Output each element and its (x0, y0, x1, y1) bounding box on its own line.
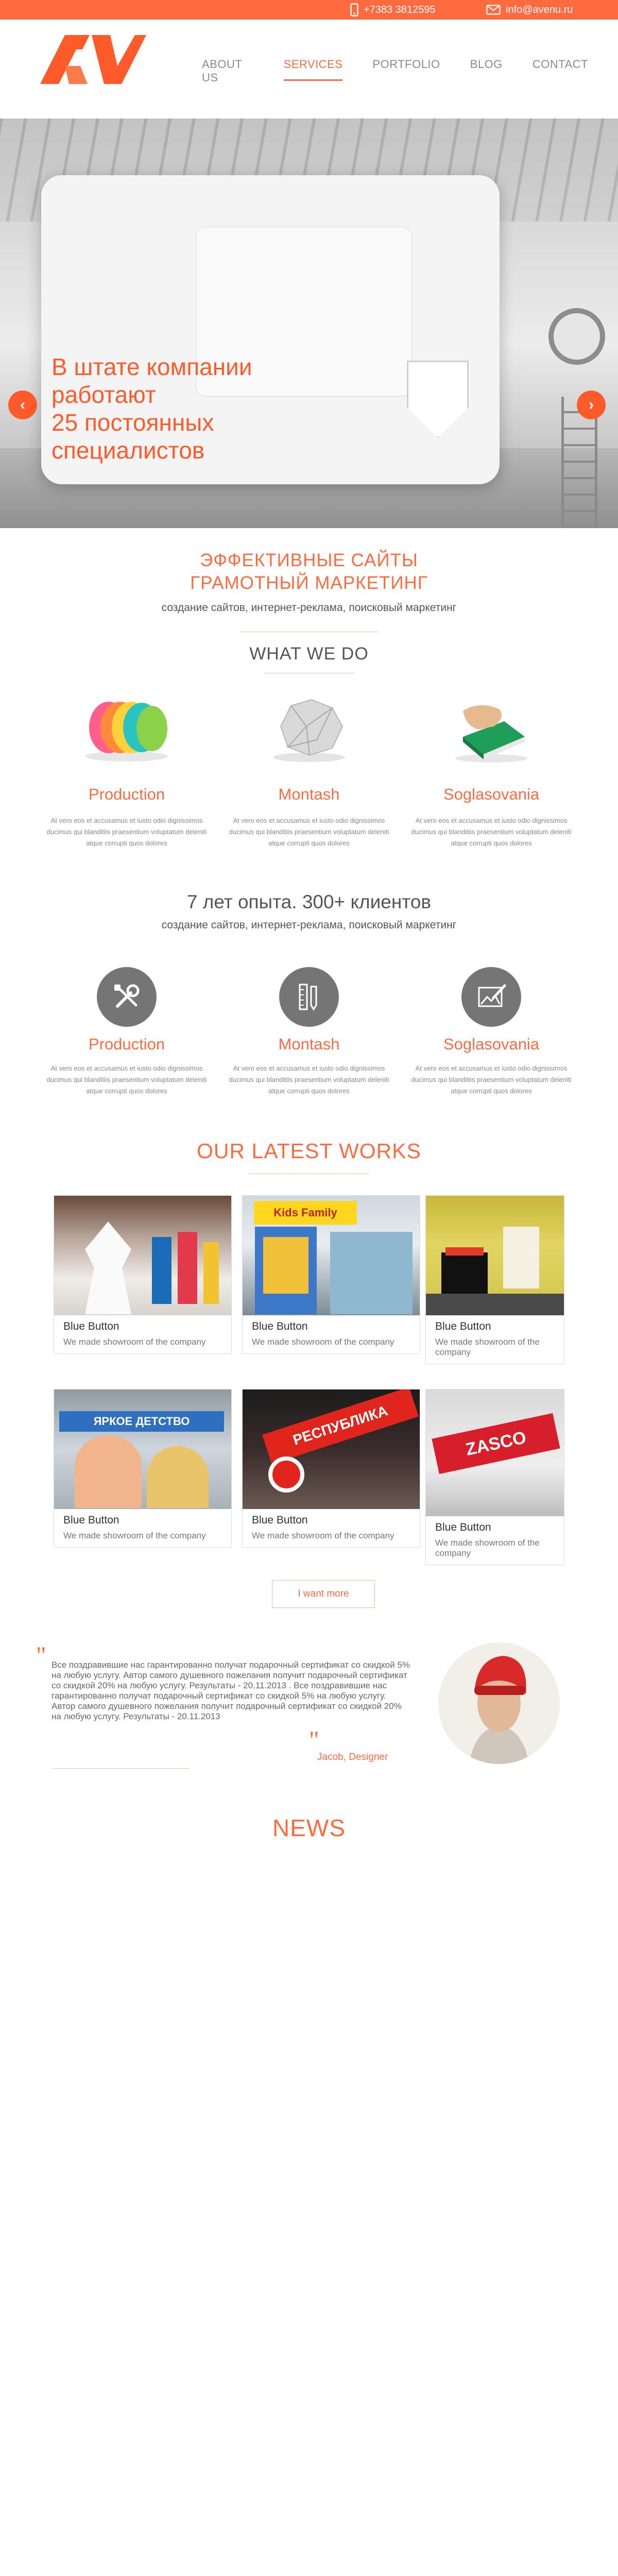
envelope-icon (486, 5, 501, 15)
work-image: Kids Family (243, 1196, 420, 1315)
work-card[interactable]: Kids Family Blue Button We made showroom… (242, 1195, 420, 1354)
service-production: Production At vero eos et accusamus et i… (39, 690, 214, 849)
main-nav: ABOUT US SERVICES PORTFOLIO BLOG CONTACT (202, 58, 618, 84)
tools-icon (97, 967, 157, 1027)
work-title: Blue Button (435, 1320, 491, 1332)
experience-subtitle: создание сайтов, интернет-реклама, поиск… (161, 919, 457, 931)
site-header: ABOUT US SERVICES PORTFOLIO BLOG CONTACT (0, 20, 618, 118)
news-heading: NEWS (272, 1815, 346, 1841)
what-we-do-heading: WHAT WE DO (249, 644, 369, 664)
email-contact[interactable]: info@avenu.ru (486, 0, 573, 20)
service-montash-2: Montash At vero eos et accusamus et iust… (221, 967, 397, 1097)
hero-line-2: работают (52, 381, 156, 408)
work-caption: We made showroom of the company (252, 1531, 394, 1540)
work-title: Blue Button (435, 1521, 491, 1533)
chevron-right-icon: › (589, 396, 594, 413)
service-name: Soglasovania (443, 1035, 540, 1053)
phone-number: +7383 3812595 (364, 4, 436, 15)
service-description: At vero eos et accusamus et iusto odio d… (46, 1064, 207, 1095)
nav-about-us[interactable]: ABOUT US (202, 58, 254, 84)
work-caption: We made showroom of the company (63, 1337, 206, 1347)
store-sign: РЕСПУБЛИКА (262, 1389, 419, 1464)
work-title: Blue Button (252, 1514, 308, 1526)
service-soglasovania-2: Soglasovania At vero eos et accusamus et… (404, 967, 579, 1097)
work-title: Blue Button (63, 1320, 119, 1332)
ruler-pencil-icon (279, 967, 339, 1027)
phone-icon (350, 3, 358, 16)
nav-blog[interactable]: BLOG (470, 58, 503, 83)
hero-line-3: 25 постоянных (52, 409, 214, 436)
store-sign: ZASCO (432, 1413, 560, 1475)
hero-slider: В штате компании работают 25 постоянных … (0, 118, 618, 528)
edit-picture-icon (461, 967, 521, 1027)
close-quote-icon: " (309, 1726, 319, 1754)
experience-heading: 7 лет опыта. 300+ клиентов (186, 891, 432, 912)
store-sign: ЯРКОЕ ДЕТСТВО (59, 1411, 224, 1432)
work-card[interactable]: Blue Button We made showroom of the comp… (54, 1195, 232, 1354)
service-description: At vero eos et accusamus et iusto odio d… (411, 817, 572, 847)
work-card[interactable]: ZASCO Blue Button We made showroom of th… (425, 1389, 564, 1565)
work-card[interactable]: РЕСПУБЛИКА Blue Button We made showroom … (242, 1389, 420, 1548)
top-bar: +7383 3812595 info@avenu.ru (0, 0, 618, 20)
eraser-hand-image (442, 690, 540, 768)
phone-contact[interactable]: +7383 3812595 (350, 0, 436, 20)
work-title: Blue Button (252, 1320, 308, 1332)
work-image (54, 1196, 231, 1315)
service-name: Production (88, 1035, 165, 1053)
intro-title-1: ЭФФЕКТИВНЫЕ САЙТЫ (200, 550, 418, 570)
intro-subtitle: создание сайтов, интернет-реклама, поиск… (161, 602, 457, 614)
service-name: Montash (278, 1035, 340, 1053)
hero-line-1: В штате компании (52, 353, 252, 380)
service-montash: Montash At vero eos et accusamus et iust… (221, 690, 397, 849)
wall-ring (548, 308, 605, 365)
nav-services[interactable]: SERVICES (283, 58, 343, 83)
slider-next-button[interactable]: › (577, 391, 606, 419)
service-description: At vero eos et accusamus et iusto odio d… (229, 817, 389, 847)
work-caption: We made showroom of the company (435, 1337, 540, 1357)
service-name: Soglasovania (443, 785, 540, 803)
store-sign: Kids Family (254, 1201, 357, 1225)
testimonial-text: Все поздравившие нас гарантированно полу… (52, 1660, 410, 1721)
testimonial-divider (53, 1768, 190, 1769)
service-description: At vero eos et accusamus et iusto odio d… (46, 817, 207, 847)
work-title: Blue Button (63, 1514, 119, 1526)
work-image: РЕСПУБЛИКА (243, 1389, 420, 1509)
avatar (438, 1642, 560, 1764)
open-quote-icon: " (36, 1642, 46, 1669)
work-caption: We made showroom of the company (252, 1337, 394, 1347)
nav-contact[interactable]: CONTACT (533, 58, 588, 83)
sponges-image (78, 690, 176, 768)
chevron-left-icon: ‹ (20, 396, 25, 413)
intro-section: ЭФФЕКТИВНЫЕ САЙТЫ ГРАМОТНЫЙ МАРКЕТИНГ со… (0, 549, 618, 614)
logo[interactable] (40, 35, 146, 87)
slider-prev-button[interactable]: ‹ (8, 391, 37, 419)
i-want-more-button[interactable]: I want more (272, 1580, 375, 1608)
service-name: Production (88, 785, 165, 803)
crumpled-paper-image (260, 690, 358, 768)
intro-title-2: ГРАМОТНЫЙ МАРКЕТИНГ (190, 573, 428, 593)
hero-line-4: специалистов (52, 437, 205, 464)
email-address: info@avenu.ru (506, 4, 573, 15)
hero-headline: В штате компании работают 25 постоянных … (52, 353, 252, 464)
latest-works-heading: OUR LATEST WORKS (197, 1139, 421, 1163)
service-description: At vero eos et accusamus et iusto odio d… (411, 1064, 572, 1095)
work-caption: We made showroom of the company (435, 1538, 540, 1558)
work-card[interactable]: Blue Button We made showroom of the comp… (425, 1195, 564, 1364)
service-name: Montash (278, 785, 340, 803)
service-soglasovania: Soglasovania At vero eos et accusamus et… (404, 690, 579, 849)
experience-section: 7 лет опыта. 300+ клиентов создание сайт… (0, 891, 618, 931)
work-caption: We made showroom of the company (63, 1531, 206, 1540)
work-image (426, 1196, 564, 1315)
work-image: ZASCO (426, 1389, 564, 1516)
av-logo-icon (40, 35, 146, 84)
service-description: At vero eos et accusamus et iusto odio d… (229, 1064, 389, 1095)
work-card[interactable]: ЯРКОЕ ДЕТСТВО Blue Button We made showro… (54, 1389, 232, 1548)
nav-portfolio[interactable]: PORTFOLIO (372, 58, 440, 83)
testimonial-author: Jacob, Designer (317, 1752, 388, 1762)
work-image: ЯРКОЕ ДЕТСТВО (54, 1389, 231, 1509)
service-production-2: Production At vero eos et accusamus et i… (39, 967, 214, 1097)
